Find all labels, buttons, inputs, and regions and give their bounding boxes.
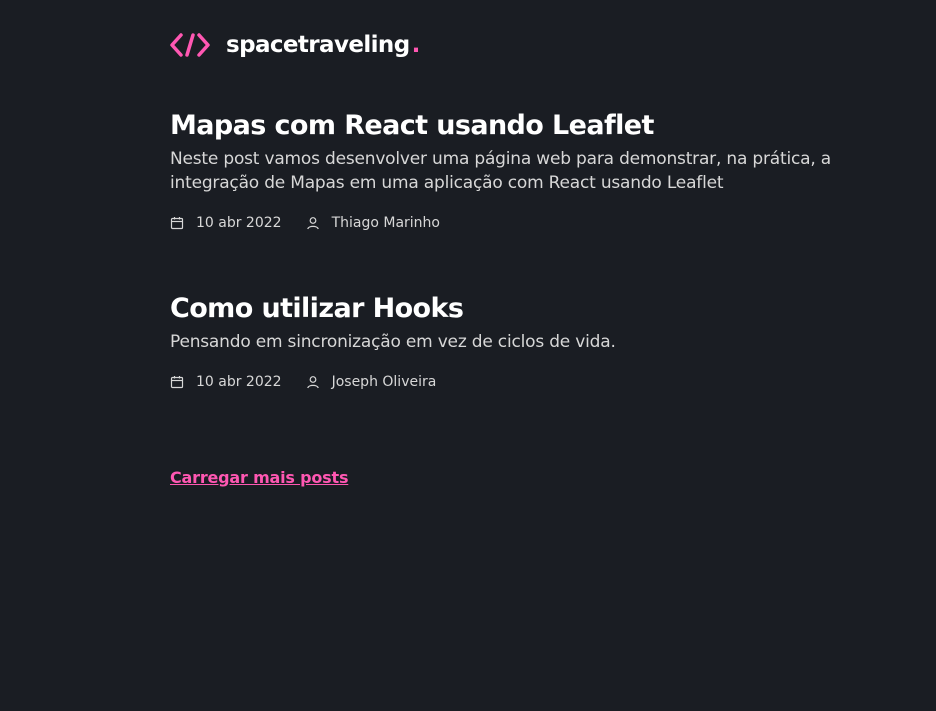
code-brackets-icon[interactable] (170, 32, 210, 58)
post-author-text: Joseph Oliveira (331, 374, 437, 390)
post-title[interactable]: Mapas com React usando Leaflet (170, 109, 870, 143)
calendar-icon (170, 217, 184, 230)
user-icon (306, 376, 319, 389)
site-logo-text[interactable]: spacetraveling (226, 30, 410, 60)
site-logo-dot: . (411, 32, 421, 58)
post-info: 10 abr 2022 Joseph Oliveira (170, 372, 870, 392)
post-date: 10 abr 2022 (170, 215, 282, 231)
post-date: 10 abr 2022 (170, 374, 282, 390)
post-author: Joseph Oliveira (306, 374, 437, 390)
calendar-icon (170, 376, 184, 389)
site-header: spacetraveling . (170, 30, 420, 60)
post-item[interactable]: Como utilizar Hooks Pensando em sincroni… (170, 292, 870, 392)
post-info: 10 abr 2022 Thiago Marinho (170, 213, 870, 233)
post-item[interactable]: Mapas com React usando Leaflet Neste pos… (170, 109, 870, 233)
post-author-text: Thiago Marinho (331, 215, 440, 231)
post-date-text: 10 abr 2022 (196, 215, 282, 231)
post-author: Thiago Marinho (306, 215, 440, 231)
post-subtitle: Pensando em sincronização em vez de cicl… (170, 332, 616, 352)
post-title[interactable]: Como utilizar Hooks (170, 292, 870, 326)
post-date-text: 10 abr 2022 (196, 374, 282, 390)
user-icon (306, 217, 319, 230)
post-subtitle: Neste post vamos desenvolver uma página … (170, 149, 831, 193)
load-more-posts-link[interactable]: Carregar mais posts (170, 468, 348, 487)
